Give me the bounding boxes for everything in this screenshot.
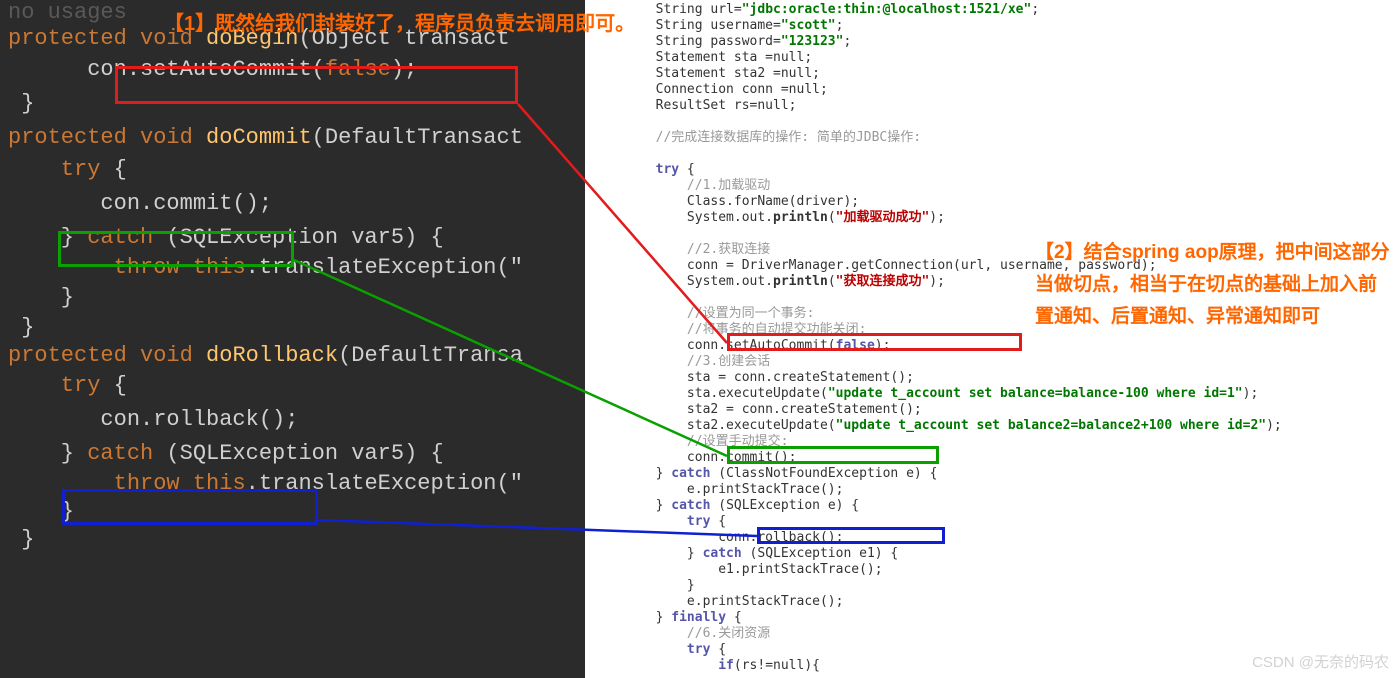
highlight-green-right — [727, 446, 939, 464]
highlight-blue-left — [62, 489, 318, 525]
code-text: } — [8, 441, 87, 466]
code-text: try — [8, 157, 100, 182]
code-text: (DefaultTransact — [312, 125, 523, 150]
code-text: } — [8, 527, 585, 553]
highlight-blue-right — [757, 527, 945, 544]
code-text: (SQLException var5) { — [153, 441, 443, 466]
highlight-green-left — [58, 231, 294, 267]
code-text: try — [8, 373, 100, 398]
highlight-red-left — [115, 66, 518, 104]
annotation-1: 【1】既然给我们封装好了，程序员负责去调用即可。 — [164, 7, 635, 36]
code-text: con.rollback(); — [8, 407, 585, 433]
code-text: (DefaultTransa — [338, 343, 523, 368]
code-text: con.commit(); — [8, 191, 585, 217]
code-text: no usages — [8, 0, 127, 25]
code-text: { — [100, 157, 126, 182]
annotation-2: 【2】结合spring aop原理，把中间这部分当做切点，相当于在切点的基础上加… — [1035, 237, 1395, 333]
code-text: doCommit — [206, 125, 312, 150]
code-text: } — [8, 285, 585, 311]
watermark: CSDN @无奈的码农 — [1252, 651, 1389, 672]
code-text: protected void — [8, 343, 193, 368]
code-text: protected void — [8, 125, 193, 150]
code-text: doRollback — [206, 343, 338, 368]
code-text: { — [100, 373, 126, 398]
code-text: } — [8, 315, 585, 341]
highlight-red-right — [727, 333, 1022, 351]
code-text: catch — [87, 441, 153, 466]
